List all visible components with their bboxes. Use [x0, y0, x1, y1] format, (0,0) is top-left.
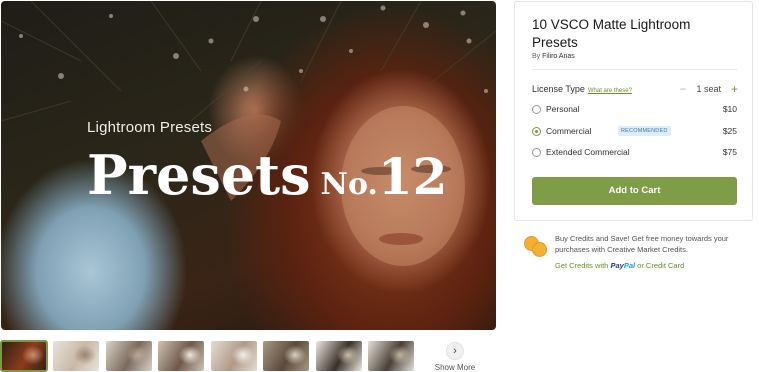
seat-decrement-button[interactable]: −	[679, 82, 686, 96]
hero-headline: Presets No.12	[87, 143, 447, 207]
license-option-name: Personal	[546, 104, 580, 114]
hero-headline-word: Presets	[87, 143, 311, 207]
byline-prefix: By	[532, 53, 541, 60]
hero-headline-number: 12	[377, 147, 448, 206]
divider	[532, 69, 737, 70]
product-hero-image[interactable]: Lightroom Presets Presets No.12	[1, 1, 496, 330]
author-link[interactable]: Filiro Anas	[542, 53, 575, 60]
show-more-label: Show More	[434, 363, 476, 372]
product-title: 10 VSCO Matte Lightroom Presets	[532, 17, 691, 50]
recommended-badge: RECOMMENDED	[618, 126, 671, 136]
paypal-logo: PayPal	[610, 261, 636, 270]
credits-promo-text: Buy Credits and Save! Get free money tow…	[555, 234, 729, 254]
get-credits-link[interactable]: Get Credits with PayPal or Credit Card	[555, 261, 684, 270]
chevron-right-icon[interactable]: ›	[446, 342, 464, 360]
thumbnail-2[interactable]	[53, 341, 99, 371]
license-option-price: $10	[722, 104, 737, 114]
license-option-name: Extended Commercial	[546, 147, 630, 157]
license-radio-commercial[interactable]	[532, 127, 541, 136]
seat-count: 1 seat	[696, 84, 721, 94]
add-to-cart-button[interactable]: Add to Cart	[532, 177, 737, 205]
hero-kicker: Lightroom Presets	[87, 119, 213, 136]
thumbnail-3[interactable]	[106, 341, 152, 371]
seat-stepper: − 1 seat +	[679, 82, 738, 96]
coins-icon	[524, 236, 548, 258]
license-type-row: License Type What are these?	[532, 84, 632, 94]
license-radio-extended-commercial[interactable]	[532, 148, 541, 157]
license-option-price: $75	[722, 147, 737, 157]
show-more-button[interactable]: › Show More	[430, 342, 480, 372]
thumbnail-8[interactable]	[368, 341, 414, 371]
license-option-name: Commercial	[546, 126, 592, 136]
thumbnail-1[interactable]	[0, 340, 48, 372]
thumbnail-5[interactable]	[211, 341, 257, 371]
license-option-commercial[interactable]: Commercial RECOMMENDED $25	[532, 125, 737, 139]
product-byline: By Filiro Anas	[532, 53, 575, 60]
get-credits-prefix: Get Credits with	[555, 261, 609, 270]
license-help-link[interactable]: What are these?	[588, 88, 632, 94]
license-option-personal[interactable]: Personal $10	[532, 103, 737, 117]
thumbnail-6[interactable]	[263, 341, 309, 371]
license-option-extended-commercial[interactable]: Extended Commercial $75	[532, 146, 737, 160]
get-credits-suffix: or Credit Card	[637, 261, 685, 270]
license-radio-personal[interactable]	[532, 105, 541, 114]
thumbnail-7[interactable]	[316, 341, 362, 371]
thumbnail-4[interactable]	[158, 341, 204, 371]
hero-headline-no: No.	[320, 167, 378, 202]
product-purchase-panel: 10 VSCO Matte Lightroom Presets By Filir…	[514, 1, 753, 221]
seat-increment-button[interactable]: +	[731, 82, 738, 96]
license-type-label: License Type	[532, 84, 585, 94]
license-option-price: $25	[722, 126, 737, 136]
